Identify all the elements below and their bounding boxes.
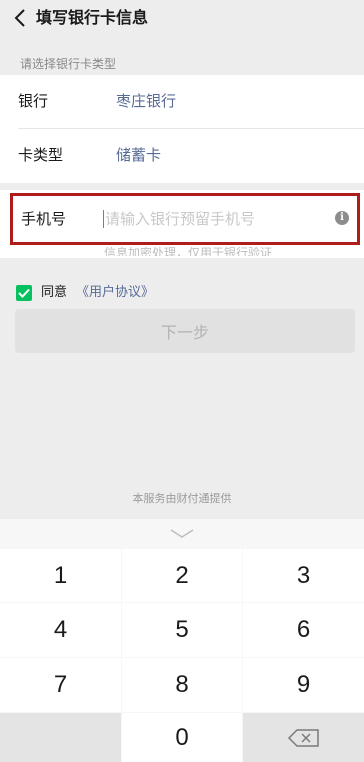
- delete-key[interactable]: [243, 713, 364, 762]
- key-2[interactable]: 2: [122, 549, 242, 602]
- bank-row[interactable]: 银行 枣庄银行: [0, 75, 364, 129]
- bank-label: 银行: [18, 92, 49, 110]
- user-agreement-link[interactable]: 《用户协议》: [76, 284, 154, 302]
- key-6[interactable]: 6: [243, 603, 364, 657]
- key-7[interactable]: 7: [0, 658, 121, 712]
- checkmark-icon: [18, 288, 30, 298]
- section-label: 请选择银行卡类型: [20, 57, 117, 71]
- header-bar: 填写银行卡信息: [0, 0, 364, 44]
- chevron-down-icon: [170, 529, 194, 538]
- agree-checkbox[interactable]: [16, 285, 32, 301]
- key-4[interactable]: 4: [0, 603, 121, 657]
- phone-notice: 信息加密处理，仅用于银行验证: [104, 246, 273, 256]
- collapse-keyboard-button[interactable]: [0, 519, 364, 549]
- text-caret: [103, 210, 104, 228]
- key-3[interactable]: 3: [243, 549, 364, 602]
- phone-input[interactable]: [105, 208, 325, 230]
- card-info-group: 银行 枣庄银行 卡类型 储蓄卡: [0, 75, 364, 183]
- chevron-left-icon: [14, 9, 25, 27]
- page-title: 填写银行卡信息: [36, 8, 149, 27]
- next-button[interactable]: 下一步: [15, 309, 355, 353]
- key-9[interactable]: 9: [243, 658, 364, 712]
- backspace-icon: [287, 728, 319, 747]
- key-8[interactable]: 8: [122, 658, 242, 712]
- agreement-row: 同意 《用户协议》: [16, 284, 154, 302]
- key-5[interactable]: 5: [122, 603, 242, 657]
- card-type-label: 卡类型: [18, 146, 64, 164]
- key-0[interactable]: 0: [122, 713, 242, 762]
- blank-key: [0, 713, 121, 762]
- phone-field-highlight: 手机号 i: [10, 193, 360, 245]
- agree-text: 同意: [41, 285, 68, 300]
- back-button[interactable]: [8, 6, 32, 30]
- phone-label: 手机号: [21, 210, 67, 228]
- card-type-row[interactable]: 卡类型 储蓄卡: [0, 129, 364, 183]
- phone-group: 手机号 i 信息加密处理，仅用于银行验证: [0, 190, 364, 258]
- numeric-keypad: 1 2 3 4 5 6 7 8 9 0: [0, 519, 364, 762]
- bank-value: 枣庄银行: [116, 92, 177, 110]
- card-type-value: 储蓄卡: [116, 146, 162, 164]
- key-1[interactable]: 1: [0, 549, 121, 602]
- info-icon[interactable]: i: [335, 211, 349, 225]
- service-provider-text: 本服务由财付通提供: [132, 492, 232, 505]
